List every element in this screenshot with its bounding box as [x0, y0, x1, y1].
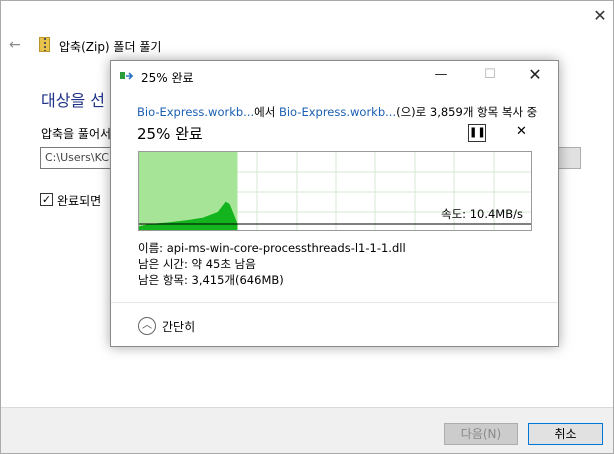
time-remaining-line: 남은 시간: 약 45초 남음: [138, 257, 256, 271]
show-files-checkbox-label: 완료되면: [57, 194, 102, 208]
collapse-chevron-icon[interactable]: ︿: [138, 317, 156, 335]
speed-label: 속도: 10.4MB/s: [441, 207, 523, 221]
back-arrow-icon[interactable]: ←: [9, 37, 21, 53]
zip-folder-icon: [39, 37, 50, 52]
copy-progress-dialog: 25% 완료 — ☐ ✕ Bio-Express.workb...에서 Bio-…: [110, 60, 559, 347]
close-icon[interactable]: ✕: [520, 65, 550, 85]
file-name-line: 이름: api-ms-win-core-processthreads-l1-1-…: [138, 241, 406, 255]
percent-complete-label: 25% 완료: [137, 125, 203, 143]
copy-from-text: 에서: [254, 105, 279, 119]
copy-description: Bio-Express.workb...에서 Bio-Express.workb…: [137, 104, 537, 120]
divider: [111, 302, 558, 303]
cancel-copy-icon[interactable]: ✕: [516, 124, 527, 139]
wizard-heading: 대상을 선: [41, 91, 105, 110]
extract-location-label: 압축을 풀어서: [41, 127, 112, 141]
file-copy-icon: [120, 72, 134, 80]
wizard-title: 압축(Zip) 폴더 풀기: [59, 40, 162, 54]
minimize-icon[interactable]: —: [426, 65, 456, 85]
copy-details: 이름: api-ms-win-core-processthreads-l1-1-…: [138, 240, 406, 288]
copy-count-text: (으)로 3,859개 항목 복사 중: [396, 105, 538, 119]
close-icon[interactable]: ✕: [589, 5, 611, 27]
source-link[interactable]: Bio-Express.workb...: [137, 105, 254, 119]
items-remaining-line: 남은 항목: 3,415개(646MB): [138, 273, 284, 287]
show-files-checkbox[interactable]: ✓: [40, 193, 53, 206]
wizard-footer: [1, 407, 613, 453]
next-button[interactable]: 다음(N): [444, 423, 518, 445]
dialog-title: 25% 완료: [141, 71, 194, 85]
pause-button[interactable]: ❚❚: [468, 124, 486, 142]
collapse-label[interactable]: 간단히: [162, 318, 195, 335]
maximize-icon[interactable]: ☐: [475, 65, 505, 85]
cancel-button[interactable]: 취소: [528, 423, 603, 445]
destination-link[interactable]: Bio-Express.workb...: [279, 105, 396, 119]
